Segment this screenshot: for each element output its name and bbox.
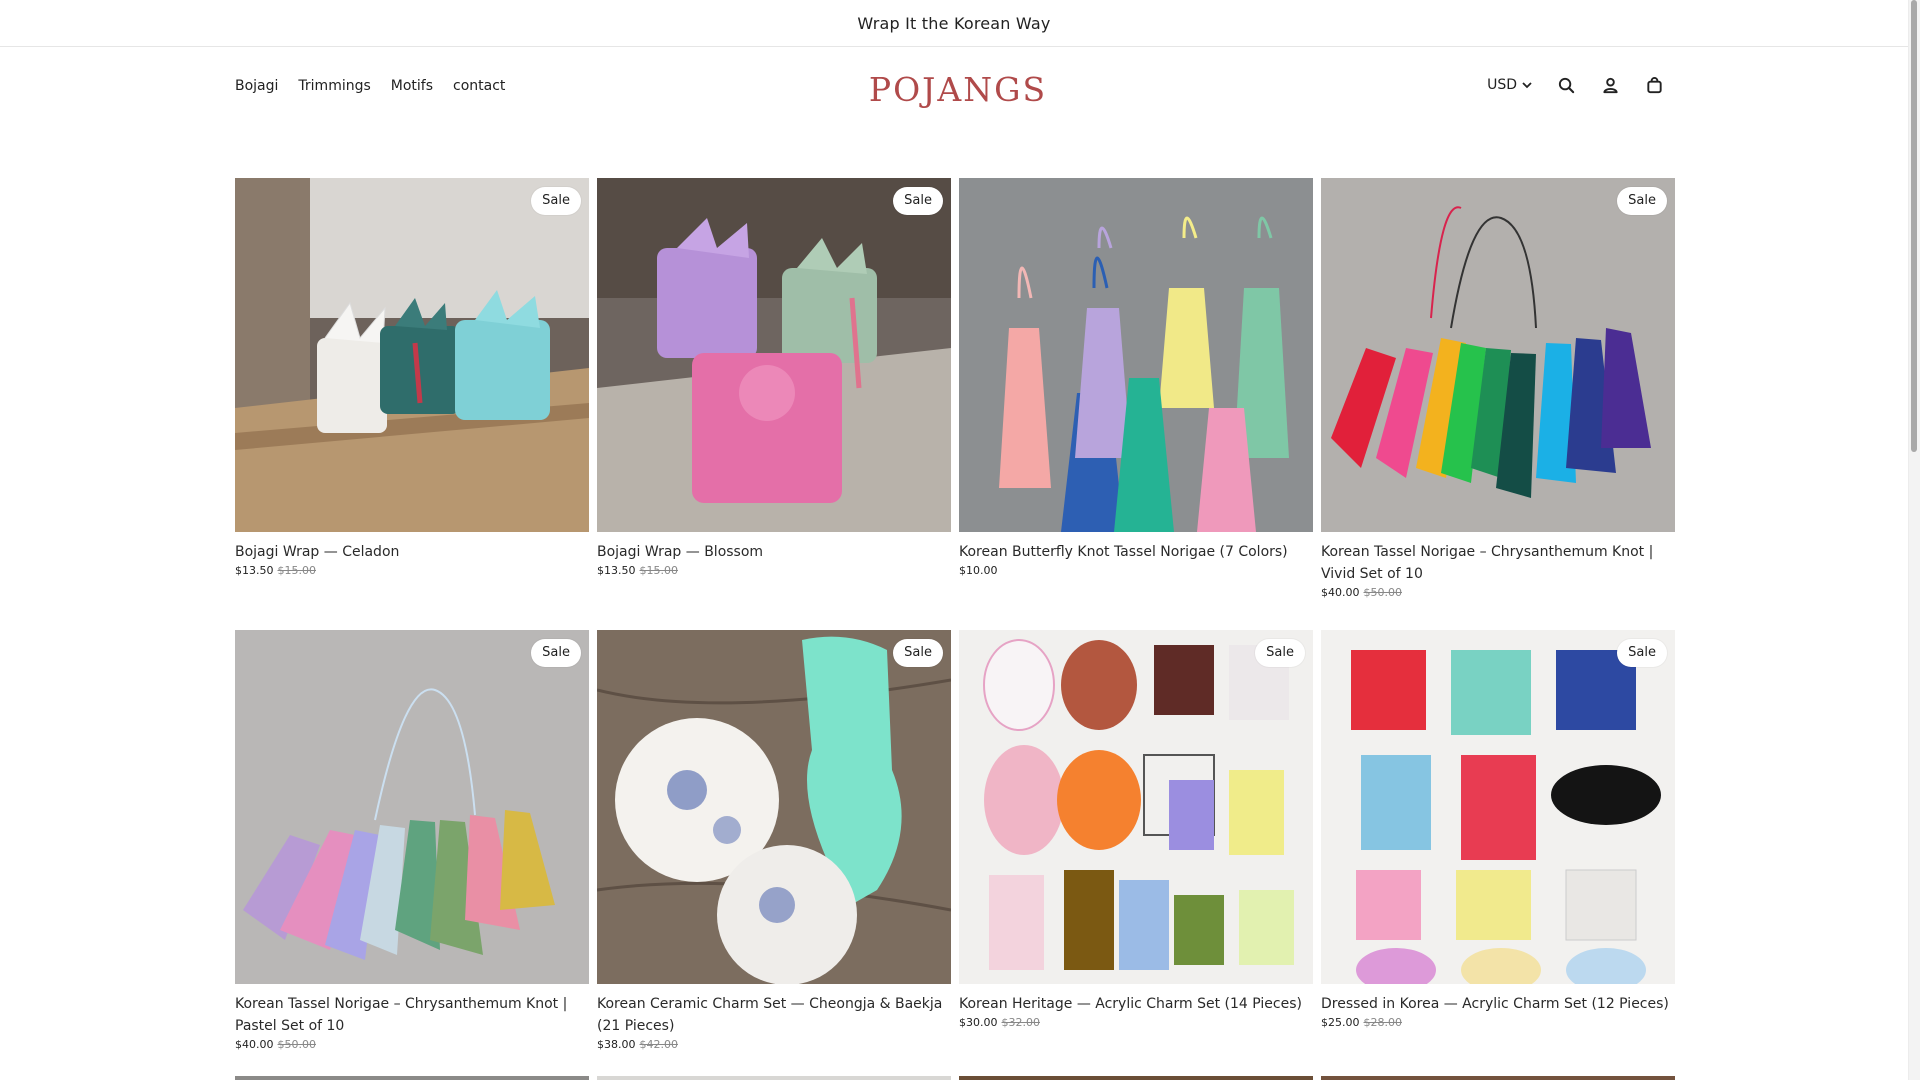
sale-price: $30.00 [959, 1016, 998, 1029]
ceramic-charm-photo [597, 630, 951, 984]
nav-contact[interactable]: contact [453, 78, 505, 94]
product-image-partial[interactable] [597, 1076, 951, 1080]
product-card[interactable]: Sale Korean Tassel Norigae – Chrysanthem… [1321, 178, 1675, 614]
account-icon[interactable] [1599, 74, 1621, 96]
sale-price: $25.00 [1321, 1016, 1360, 1029]
compare-price: $50.00 [1363, 586, 1403, 599]
currency-selector[interactable]: USD [1487, 77, 1533, 93]
butterfly-tassel-photo [959, 178, 1313, 532]
bojagi-celadon-photo [235, 178, 589, 532]
product-title[interactable]: Korean Tassel Norigae – Chrysanthemum Kn… [235, 993, 589, 1037]
product-card[interactable]: Sale Bojagi Wrap — Celadon $13.50 $15.00 [235, 178, 589, 614]
page-scrollbar[interactable] [1908, 0, 1920, 1080]
product-price: $30.00 $32.00 [959, 1016, 1313, 1029]
header-tools: USD [1487, 74, 1665, 96]
compare-price: $50.00 [277, 1038, 317, 1051]
compare-price: $15.00 [277, 564, 317, 577]
sale-badge: Sale [531, 639, 581, 667]
sale-badge: Sale [893, 187, 943, 215]
product-card[interactable]: Sale Korean Tassel Norigae – Chrysanthem… [235, 630, 589, 1066]
product-card[interactable]: Sale Dressed in Korea — Acrylic Charm Se… [1321, 630, 1675, 1066]
bojagi-blossom-photo [597, 178, 951, 532]
currency-label: USD [1487, 77, 1517, 93]
product-card[interactable]: Sale Bojagi Wrap — Blossom $13.50 $15.00 [597, 178, 951, 614]
product-title[interactable]: Bojagi Wrap — Blossom [597, 541, 951, 563]
cart-icon[interactable] [1643, 74, 1665, 96]
product-image[interactable]: Sale [1321, 178, 1675, 532]
compare-price: $28.00 [1363, 1016, 1403, 1029]
product-card[interactable]: Sale Korean Heritage — Acrylic Charm Set… [959, 630, 1313, 1066]
nav-bojagi[interactable]: Bojagi [235, 78, 278, 94]
product-title[interactable]: Korean Ceramic Charm Set — Cheongja & Ba… [597, 993, 951, 1037]
sale-price: $40.00 [1321, 586, 1360, 599]
product-image[interactable]: Sale [597, 178, 951, 532]
product-image[interactable]: Sale [235, 178, 589, 532]
product-price: $38.00 $42.00 [597, 1038, 951, 1051]
product-image[interactable]: Sale [959, 630, 1313, 984]
product-image-partial[interactable] [235, 1076, 589, 1080]
product-price: $13.50 $15.00 [235, 564, 589, 577]
search-icon[interactable] [1555, 74, 1577, 96]
sale-badge: Sale [531, 187, 581, 215]
product-image-partial[interactable] [1321, 1076, 1675, 1080]
chevron-down-icon [1522, 82, 1532, 89]
sale-price: $13.50 [235, 564, 274, 577]
sale-badge: Sale [1617, 187, 1667, 215]
product-price: $13.50 $15.00 [597, 564, 951, 577]
product-price: $25.00 $28.00 [1321, 1016, 1675, 1029]
product-image[interactable]: Sale [235, 630, 589, 984]
product-title[interactable]: Korean Tassel Norigae – Chrysanthemum Kn… [1321, 541, 1675, 585]
compare-price: $42.00 [639, 1038, 679, 1051]
compare-price: $15.00 [639, 564, 679, 577]
product-title[interactable]: Dressed in Korea — Acrylic Charm Set (12… [1321, 993, 1675, 1015]
store-logo[interactable]: POJANGS [869, 68, 1045, 110]
product-price: $40.00 $50.00 [235, 1038, 589, 1051]
product-image-partial[interactable] [959, 1076, 1313, 1080]
product-image[interactable]: Sale [1321, 630, 1675, 984]
product-card[interactable]: Sale Korean Ceramic Charm Set — Cheongja… [597, 630, 951, 1066]
vivid-tassel-photo [1321, 178, 1675, 532]
main-nav: Bojagi Trimmings Motifs contact [235, 78, 505, 94]
product-title[interactable]: Korean Butterfly Knot Tassel Norigae (7 … [959, 541, 1313, 563]
sale-price: $38.00 [597, 1038, 636, 1051]
next-row-preview [235, 1076, 1676, 1080]
dressed-charm-photo [1321, 630, 1675, 984]
product-title[interactable]: Korean Heritage — Acrylic Charm Set (14 … [959, 993, 1313, 1015]
sale-price: $13.50 [597, 564, 636, 577]
site-header: Bojagi Trimmings Motifs contact POJANGS … [0, 48, 1908, 130]
nav-trimmings[interactable]: Trimmings [298, 78, 370, 94]
announcement-bar: Wrap It the Korean Way [0, 0, 1908, 47]
sale-badge: Sale [1617, 639, 1667, 667]
sale-badge: Sale [1255, 639, 1305, 667]
regular-price: $10.00 [959, 564, 998, 577]
compare-price: $32.00 [1001, 1016, 1041, 1029]
product-image[interactable]: Sale [597, 630, 951, 984]
sale-badge: Sale [893, 639, 943, 667]
product-image[interactable] [959, 178, 1313, 532]
store-page: Wrap It the Korean Way Bojagi Trimmings … [0, 0, 1920, 1080]
sale-price: $40.00 [235, 1038, 274, 1051]
product-price: $40.00 $50.00 [1321, 586, 1675, 599]
nav-motifs[interactable]: Motifs [391, 78, 433, 94]
scrollbar-thumb[interactable] [1911, 0, 1917, 452]
product-title[interactable]: Bojagi Wrap — Celadon [235, 541, 589, 563]
product-grid: Sale Bojagi Wrap — Celadon $13.50$15.00 [235, 178, 1676, 1066]
product-price: $10.00 [959, 564, 1313, 577]
pastel-tassel-photo [235, 630, 589, 984]
heritage-charm-photo [959, 630, 1313, 984]
announcement-text: Wrap It the Korean Way [857, 13, 1051, 33]
product-card[interactable]: Korean Butterfly Knot Tassel Norigae (7 … [959, 178, 1313, 614]
